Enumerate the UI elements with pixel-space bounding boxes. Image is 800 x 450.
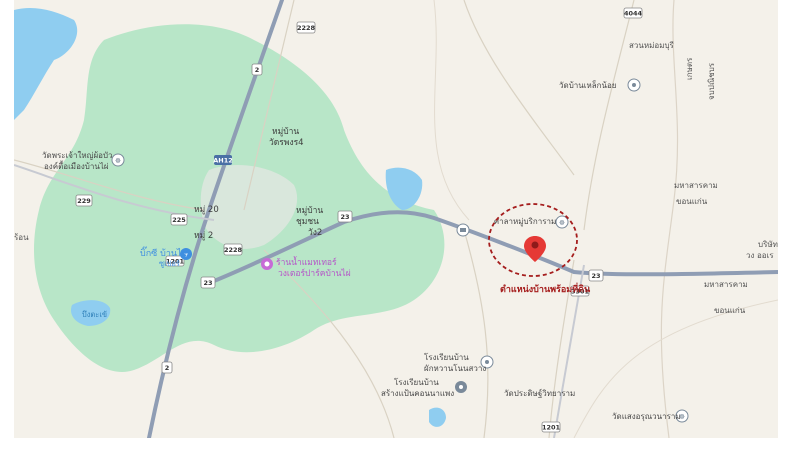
svg-text:225: 225 xyxy=(172,216,186,224)
province-label: ขอนแก่น xyxy=(676,197,708,206)
place-label: บริษัท xyxy=(758,240,778,249)
route-shield: AH12 xyxy=(213,155,233,165)
temple-label: วัดบ้านเหล็กน้อย xyxy=(559,80,616,90)
svg-text:2: 2 xyxy=(165,364,170,372)
map-canvas[interactable]: 2228 2 AH12 229 225 2228 23 23 1201 23 3… xyxy=(14,0,778,438)
svg-text:2: 2 xyxy=(255,66,260,74)
school-label: โรงเรียนบ้าน xyxy=(394,377,439,387)
route-shield: 1201 xyxy=(541,421,561,433)
waterpark-label: วงเตอร์ปาร์คบ้านไผ่ xyxy=(278,268,351,279)
waterpark-label: ร้านน้ำแมทเทอร์ xyxy=(276,256,337,268)
village-label: หมู่ 2 xyxy=(194,231,213,241)
temple-icon[interactable]: ☸ xyxy=(111,153,125,167)
temple-label: วัดประดิษฐ์วิทยาราม xyxy=(504,388,575,398)
svg-text:23: 23 xyxy=(591,272,600,280)
route-shield: 23 xyxy=(588,269,604,282)
svg-text:2228: 2228 xyxy=(224,246,243,254)
place-label: สวนหม่อมบุรี xyxy=(629,41,675,50)
village-label: วัดรพงร4 xyxy=(269,138,304,148)
province-label: มหาสารคาม xyxy=(674,181,718,190)
route-shield: 225 xyxy=(170,213,188,226)
route-shield: 229 xyxy=(75,194,93,207)
school-label: ผักหวานโนนสวาง xyxy=(424,363,486,373)
transit-icon[interactable] xyxy=(456,223,470,237)
school-label: สร้างแป้นคอนนาแพง xyxy=(381,389,454,398)
province-label: มหาสารคาม xyxy=(704,280,748,289)
store-label: ซูเปอร์ xyxy=(159,259,180,268)
temple-icon[interactable]: ☸ xyxy=(555,215,569,229)
place-label: วง ออเร xyxy=(746,251,774,260)
school-label: โรงเรียนบ้าน xyxy=(424,352,469,362)
svg-text:☸: ☸ xyxy=(559,219,565,227)
svg-text:☸: ☸ xyxy=(115,157,121,165)
route-shield: 23 xyxy=(200,276,216,289)
temple-label: วัดพระเจ้าใหญ่ผ้อบัว xyxy=(42,151,113,160)
province-label: ขอนแก่น xyxy=(714,306,746,315)
water-park-icon[interactable] xyxy=(261,258,273,270)
route-shield: 23 xyxy=(337,210,353,223)
svg-text:4044: 4044 xyxy=(624,10,643,18)
svg-text:AH12: AH12 xyxy=(213,157,233,165)
village-label: หมู่ 20 xyxy=(194,205,219,215)
temple-label: ศาลาหมู่บริการาม xyxy=(494,217,556,227)
temple-icon[interactable] xyxy=(627,78,641,92)
village-label: หมู่บ้าน xyxy=(296,205,323,216)
svg-text:23: 23 xyxy=(203,279,212,287)
svg-text:23: 23 xyxy=(340,213,349,221)
route-shield: 2228 xyxy=(223,243,243,256)
route-shield: 4044 xyxy=(623,7,643,19)
svg-text:2228: 2228 xyxy=(297,24,316,32)
temple-label: วัดแสงอรุณวนาราม xyxy=(612,412,681,421)
village-label: วัง2 xyxy=(308,228,322,238)
place-label: เกษตร xyxy=(685,57,694,80)
route-shield: 2228 xyxy=(296,21,316,34)
route-shield: 2 xyxy=(251,63,263,76)
place-label: ร้อน xyxy=(14,233,29,242)
school-icon[interactable] xyxy=(455,381,467,393)
route-shield: 2 xyxy=(161,361,173,374)
svg-text:1201: 1201 xyxy=(542,424,561,432)
village-label: หมู่บ้าน xyxy=(272,126,299,137)
temple-label: องค์ตื้อเมืองบ้านไผ่ xyxy=(44,160,109,171)
place-label: จบปณิชบร xyxy=(707,62,716,100)
map-svg: 2228 2 AH12 229 225 2228 23 23 1201 23 3… xyxy=(14,0,778,438)
pond-label: บึงตะเข้ xyxy=(82,310,107,319)
svg-text:229: 229 xyxy=(77,197,91,205)
village-label: ชุมชน xyxy=(296,217,319,227)
